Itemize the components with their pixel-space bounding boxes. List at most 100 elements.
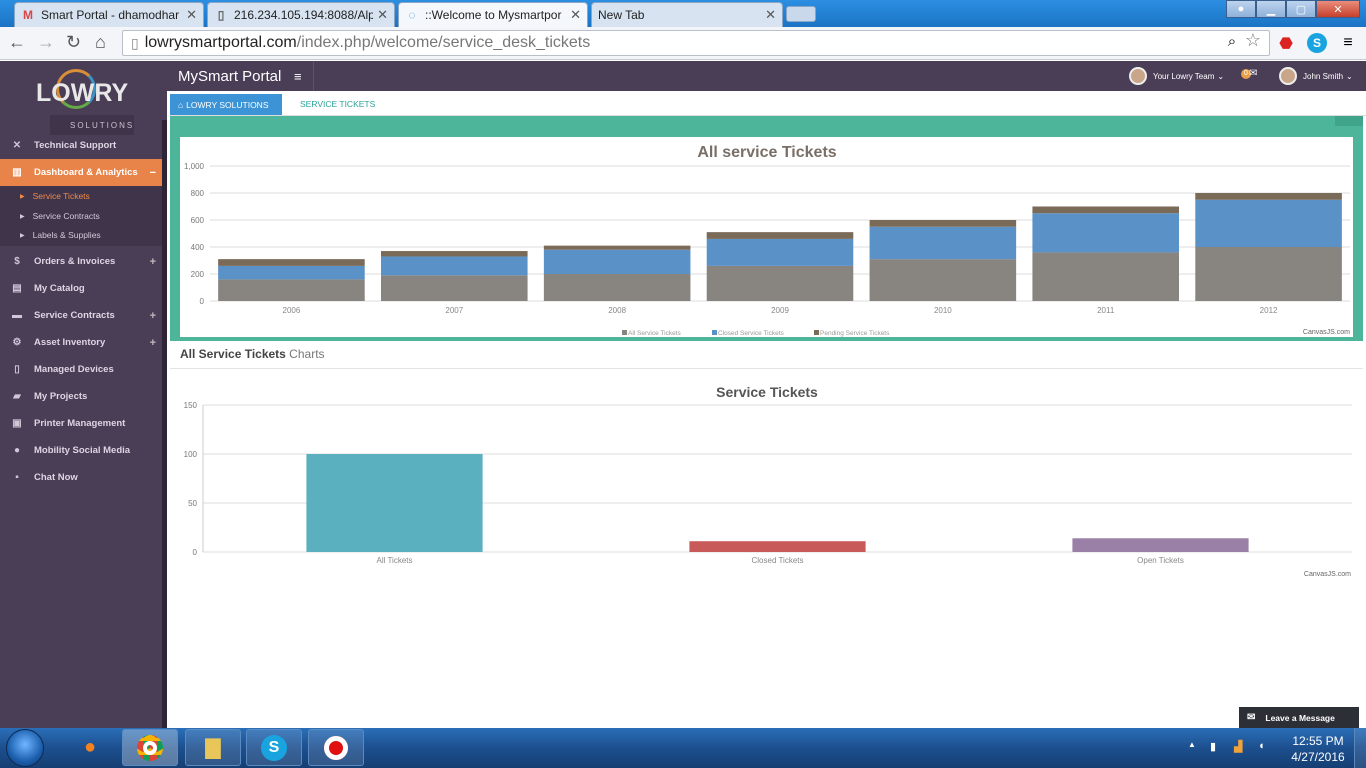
skype-icon[interactable]: S: [246, 729, 302, 766]
bar-segment: [1032, 213, 1179, 253]
sidebar-item-mobility-social-media[interactable]: ● Mobility Social Media: [0, 437, 162, 464]
explorer-icon[interactable]: ▇: [185, 729, 241, 766]
sidebar-item-dashboard-analytics[interactable]: ▥ Dashboard & Analytics −: [0, 159, 162, 186]
maximize-button[interactable]: ▢: [1286, 0, 1316, 18]
clock-date: 4/27/2016: [1291, 750, 1345, 764]
bar-segment: [1032, 206, 1179, 214]
y-tick-label: 0: [200, 297, 205, 306]
sidebar-item-orders-invoices[interactable]: $ Orders & Invoices +: [0, 248, 162, 275]
chrome-icon[interactable]: [122, 729, 178, 766]
bar-segment: [218, 259, 365, 266]
bar-segment: [869, 259, 1017, 301]
bar-segment: [1195, 199, 1342, 247]
legend-entry: Pending Service Tickets: [820, 330, 890, 337]
legend-entry: Closed Service Tickets: [718, 330, 784, 337]
sidebar-item-label: Technical Support: [34, 140, 117, 151]
network-icon[interactable]: ▟: [1234, 740, 1242, 753]
browser-tab[interactable]: ▯ 216.234.105.194:8088/Alp ✕: [207, 2, 395, 27]
close-icon[interactable]: ✕: [377, 7, 388, 23]
sidebar-item-technical-support[interactable]: ✕ Technical Support: [0, 132, 162, 159]
expand-icon[interactable]: +: [150, 337, 156, 349]
sidebar-menu: ✕ Technical Support ▥ Dashboard & Analytic…: [0, 132, 162, 491]
close-icon[interactable]: ✕: [186, 7, 197, 23]
browser-tab[interactable]: New Tab ✕: [591, 2, 783, 27]
y-tick-label: 50: [188, 499, 197, 508]
browser-tab[interactable]: M Smart Portal - dhamodhar ✕: [14, 2, 204, 27]
collapse-icon[interactable]: −: [150, 167, 156, 179]
gear-icon: ⚙: [12, 337, 22, 348]
sidebar-item-my-projects[interactable]: ▰ My Projects: [0, 383, 162, 410]
dollar-icon: $: [14, 256, 20, 267]
sidebar-item-managed-devices[interactable]: ▯ Managed Devices: [0, 356, 162, 383]
breadcrumb-current[interactable]: SERVICE TICKETS: [300, 99, 375, 109]
bar-segment: [218, 265, 365, 280]
adblock-icon[interactable]: ⬣: [1276, 33, 1296, 53]
sidebar-scrollbar[interactable]: [162, 120, 167, 728]
chart-credit: CanvasJS.com: [1303, 329, 1350, 336]
sidebar-item-label: Dashboard & Analytics: [34, 167, 138, 178]
browser-tab-active[interactable]: ◌ ::Welcome to Mysmartpor ✕: [398, 2, 588, 27]
breadcrumb-home[interactable]: ⌂ LOWRY SOLUTIONS: [170, 94, 282, 115]
device-icon[interactable]: ▮: [1210, 740, 1216, 753]
forward-icon[interactable]: →: [37, 32, 55, 53]
y-tick-label: 1,000: [184, 162, 205, 171]
notifications[interactable]: 0 ✉: [1241, 68, 1257, 79]
sidebar-item-printer-management[interactable]: ▣ Printer Management: [0, 410, 162, 437]
sidebar-item-label: Printer Management: [34, 418, 126, 429]
record-icon[interactable]: [308, 729, 364, 766]
sidebar-subitem-service-contracts[interactable]: ▶ Service Contracts: [0, 206, 162, 226]
expand-icon[interactable]: +: [150, 256, 156, 268]
chat-icon: ▪: [15, 472, 19, 483]
loading-icon: ◌: [408, 8, 416, 22]
minimize-button[interactable]: ▁: [1256, 0, 1286, 18]
tab-title: Smart Portal - dhamodhar: [41, 8, 180, 22]
sidebar-item-label: Service Contracts: [34, 310, 115, 321]
address-bar[interactable]: ▯ lowrysmartportal.com/index.php/welcome…: [122, 30, 1270, 56]
expand-icon[interactable]: +: [150, 310, 156, 322]
sidebar-subitem-service-tickets[interactable]: ▶ Service Tickets: [0, 186, 162, 206]
sidebar-item-label: Mobility Social Media: [34, 445, 131, 456]
close-window-button[interactable]: ✕: [1316, 0, 1360, 18]
leave-message-button[interactable]: ✉ Leave a Message: [1239, 707, 1359, 728]
zoom-icon[interactable]: ⌕: [1222, 31, 1242, 51]
back-icon[interactable]: ←: [8, 32, 26, 53]
sidebar-item-my-catalog[interactable]: ▤ My Catalog: [0, 275, 162, 302]
close-icon[interactable]: ✕: [570, 7, 581, 23]
bar-segment: [1195, 193, 1342, 200]
y-tick-label: 100: [184, 450, 198, 459]
sidebar-item-label: Chat Now: [34, 472, 78, 483]
divider: [313, 61, 314, 91]
page-icon: ▯: [131, 34, 139, 51]
x-tick-label: 2006: [283, 306, 301, 315]
tray-expand-icon[interactable]: ▲: [1188, 740, 1196, 749]
bookmark-star-icon[interactable]: ☆: [1243, 30, 1263, 50]
sidebar-item-service-contracts[interactable]: ▬ Service Contracts +: [0, 302, 162, 329]
home-icon[interactable]: ⌂: [95, 32, 106, 53]
app-brand[interactable]: MySmart Portal: [178, 68, 281, 85]
sidebar-item-label: Orders & Invoices: [34, 256, 116, 267]
show-desktop-button[interactable]: [1354, 728, 1366, 768]
menu-icon[interactable]: ≡: [1338, 33, 1358, 53]
x-tick-label: 2007: [445, 306, 463, 315]
x-tick-label: All Tickets: [376, 556, 412, 565]
bar-segment: [543, 245, 691, 250]
clock[interactable]: 12:55 PM 4/27/2016: [1284, 733, 1352, 765]
sidebar-item-asset-inventory[interactable]: ⚙ Asset Inventory +: [0, 329, 162, 356]
skype-icon[interactable]: S: [1307, 33, 1327, 53]
close-icon[interactable]: ✕: [765, 7, 776, 23]
legend-swatch: [712, 330, 717, 335]
new-tab-button[interactable]: [786, 6, 816, 22]
sidebar-item-chat-now[interactable]: ▪ Chat Now: [0, 464, 162, 491]
user-icon[interactable]: ●: [1226, 0, 1256, 18]
sidebar-subitem-labels-supplies[interactable]: ▶ Labels & Supplies: [0, 226, 162, 246]
hamburger-icon[interactable]: ≡: [294, 69, 302, 84]
team-menu[interactable]: Your Lowry Team ⌄: [1129, 67, 1224, 85]
reload-icon[interactable]: ↻: [66, 32, 81, 53]
user-menu[interactable]: John Smith ⌄: [1279, 67, 1353, 85]
logo: LOWRY SOLUTIONS: [0, 61, 162, 135]
wrench-icon: ✕: [12, 140, 22, 151]
sidebar-item-label: Managed Devices: [34, 364, 114, 375]
volume-icon[interactable]: ◖: [1258, 740, 1265, 752]
firefox-icon[interactable]: ●: [62, 729, 118, 766]
start-button[interactable]: [6, 729, 44, 767]
